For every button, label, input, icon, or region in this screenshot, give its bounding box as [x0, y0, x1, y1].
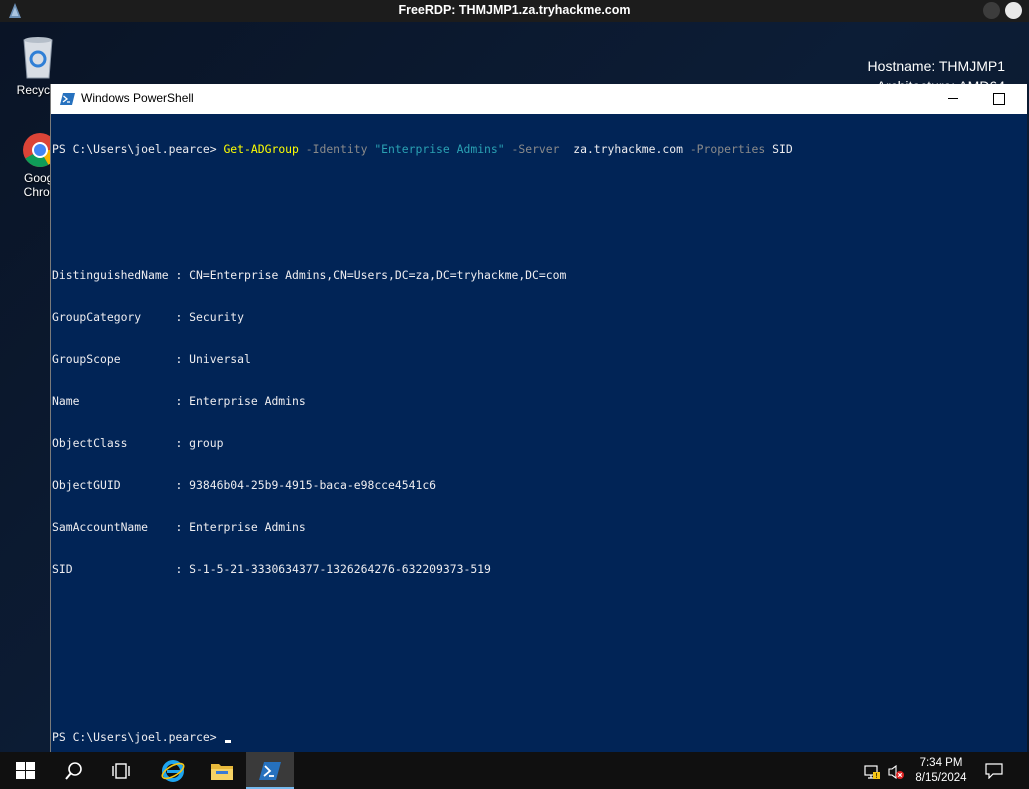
powershell-taskbar-button[interactable]: [246, 752, 294, 789]
rdp-window-title: FreeRDP: THMJMP1.za.tryhackme.com: [398, 3, 631, 17]
start-button[interactable]: [2, 752, 50, 789]
windows-logo-icon: [16, 762, 35, 779]
output-line: SamAccountName : Enterprise Admins: [52, 520, 306, 534]
powershell-title-bar[interactable]: Windows PowerShell: [51, 84, 1027, 114]
prompt: PS C:\Users\joel.pearce>: [52, 730, 224, 744]
rdp-title-bar: FreeRDP: THMJMP1.za.tryhackme.com: [0, 0, 1029, 22]
window-title: Windows PowerShell: [81, 91, 194, 105]
clock-date: 8/15/2024: [915, 772, 967, 784]
maximize-button[interactable]: [976, 84, 1022, 114]
arg-identity: "Enterprise Admins": [374, 142, 505, 156]
taskbar-clock[interactable]: 7:34 PM 8/15/2024: [905, 756, 977, 786]
search-button[interactable]: [50, 752, 98, 789]
rdp-minimize-button[interactable]: [983, 2, 1000, 19]
network-icon[interactable]: !: [864, 764, 882, 780]
output-line: GroupCategory : Security: [52, 310, 245, 324]
task-view-button[interactable]: [98, 752, 146, 789]
internet-explorer-taskbar-button[interactable]: [149, 752, 197, 789]
file-explorer-icon: [211, 764, 233, 780]
arg-properties: SID: [765, 142, 793, 156]
param-server: -Server: [504, 142, 567, 156]
prompt: PS C:\Users\joel.pearce>: [52, 142, 224, 156]
clock-time: 7:34 PM: [919, 757, 963, 769]
output-line: SID : S-1-5-21-3330634377-1326264276-632…: [52, 562, 491, 576]
powershell-window[interactable]: Windows PowerShell PS C:\Users\joel.pear…: [50, 84, 1027, 752]
output-line: ObjectGUID : 93846b04-25b9-4915-baca-e98…: [52, 478, 437, 492]
cmdlet: Get-ADGroup: [223, 142, 299, 156]
recycle-bin-icon: [23, 37, 53, 79]
svg-text:!: !: [875, 772, 878, 780]
current-prompt-line[interactable]: PS C:\Users\joel.pearce>: [52, 730, 1027, 744]
arg-server: za.tryhackme.com: [566, 142, 683, 156]
taskbar: ! 7:34 PM 8/15/2024: [0, 752, 1029, 789]
param-identity: -Identity: [298, 142, 375, 156]
powershell-icon: [259, 762, 281, 780]
text-cursor: [225, 740, 232, 743]
console-output[interactable]: PS C:\Users\joel.pearce> Get-ADGroup -Id…: [51, 114, 1027, 752]
param-properties: -Properties: [682, 142, 766, 156]
output-line: ObjectClass : group: [52, 436, 224, 450]
task-view-icon: [112, 763, 130, 779]
output-line: GroupScope : Universal: [52, 352, 251, 366]
file-explorer-taskbar-button[interactable]: [198, 752, 246, 789]
output-line: DistinguishedName : CN=Enterprise Admins…: [52, 268, 567, 282]
command-line: PS C:\Users\joel.pearce> Get-ADGroup -Id…: [52, 142, 1027, 156]
notifications-icon[interactable]: [985, 763, 1003, 779]
hostname-text: Hostname: THMJMP1: [867, 58, 1005, 74]
rdp-close-button[interactable]: [1005, 2, 1022, 19]
volume-muted-icon[interactable]: [887, 764, 905, 780]
search-icon: [65, 762, 82, 780]
powershell-icon: [60, 93, 75, 105]
minimize-button[interactable]: [930, 84, 976, 114]
internet-explorer-icon: [161, 760, 185, 782]
output-line: Name : Enterprise Admins: [52, 394, 306, 408]
